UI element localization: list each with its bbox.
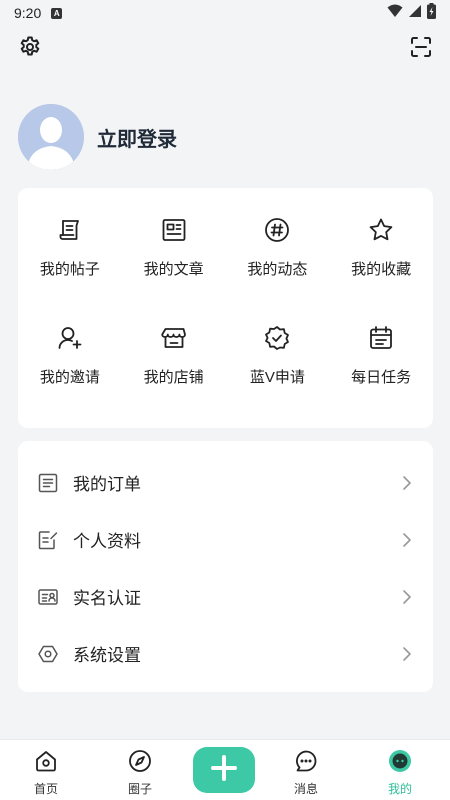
article-icon [160, 216, 188, 244]
grid-label: 我的帖子 [39, 261, 100, 278]
signal-icon [408, 4, 422, 23]
menu-label: 实名认证 [73, 589, 141, 608]
menu-item-verification[interactable]: 实名认证 [18, 568, 433, 625]
grid-label: 我的文章 [143, 261, 204, 278]
star-icon [367, 216, 395, 244]
nav-label: 我的 [387, 782, 412, 796]
battery-icon [427, 2, 436, 24]
grid-label: 我的店铺 [143, 369, 204, 386]
menu-label: 个人资料 [73, 532, 141, 551]
store-icon [160, 324, 188, 352]
menu-item-settings[interactable]: 系统设置 [18, 625, 433, 682]
plus-icon [210, 754, 238, 787]
avatar[interactable] [18, 104, 84, 170]
nav-label: 圈子 [127, 782, 152, 796]
gear-icon [18, 35, 42, 64]
grid-item-moments[interactable]: 我的动态 [226, 216, 330, 324]
grid-item-daily-tasks[interactable]: 每日任务 [329, 324, 433, 432]
order-list-icon [38, 473, 58, 493]
message-icon [293, 748, 319, 774]
menu-item-orders[interactable]: 我的订单 [18, 454, 433, 511]
scan-button[interactable] [408, 36, 434, 62]
hashtag-icon [263, 216, 291, 244]
nav-label: 消息 [293, 782, 318, 796]
add-post-button[interactable] [193, 747, 255, 793]
login-link[interactable]: 立即登录 [97, 123, 177, 152]
grid-label: 我的收藏 [351, 261, 412, 278]
post-icon [56, 216, 84, 244]
status-time: 9:20 [14, 5, 42, 21]
menu-item-profile[interactable]: 个人资料 [18, 511, 433, 568]
status-bar: 9:20 A [0, 0, 450, 26]
grid-item-blue-v[interactable]: 蓝V申请 [226, 324, 330, 432]
grid-item-articles[interactable]: 我的文章 [122, 216, 226, 324]
home-icon [33, 748, 59, 774]
nav-messages[interactable]: 消息 [276, 748, 336, 797]
menu-label: 我的订单 [73, 475, 141, 494]
chevron-right-icon [401, 646, 413, 662]
nav-label: 首页 [33, 782, 58, 796]
grid-item-posts[interactable]: 我的帖子 [18, 216, 122, 324]
mine-icon [387, 748, 413, 774]
chevron-right-icon [401, 589, 413, 605]
grid-item-invites[interactable]: 我的邀请 [18, 324, 122, 432]
grid-label: 我的动态 [247, 261, 308, 278]
grid-label: 每日任务 [351, 369, 412, 386]
settings-button[interactable] [17, 36, 43, 62]
sim-badge: A [51, 7, 63, 19]
grid-item-store[interactable]: 我的店铺 [122, 324, 226, 432]
id-card-icon [38, 587, 58, 607]
hexagon-settings-icon [38, 644, 58, 664]
chevron-right-icon [401, 475, 413, 491]
grid-label: 蓝V申请 [249, 369, 305, 386]
profile-header[interactable]: 立即登录 [18, 104, 177, 170]
calendar-task-icon [367, 324, 395, 352]
invite-user-icon [56, 324, 84, 352]
chevron-right-icon [401, 532, 413, 548]
menu-card: 我的订单 个人资料 实名认证 系统设置 [18, 441, 433, 692]
nav-mine[interactable]: 我的 [370, 748, 430, 797]
grid-label: 我的邀请 [39, 369, 100, 386]
nav-home[interactable]: 首页 [16, 748, 76, 797]
wifi-icon [387, 4, 403, 23]
scan-icon [410, 36, 432, 63]
compass-icon [127, 748, 153, 774]
edit-profile-icon [38, 530, 58, 550]
grid-item-favorites[interactable]: 我的收藏 [329, 216, 433, 324]
verified-badge-icon [263, 324, 291, 352]
nav-circles[interactable]: 圈子 [110, 748, 170, 797]
quick-actions-card: 我的帖子 我的文章 我的动态 我的收藏 我的邀请 我的店铺 蓝V申请 每日任务 [18, 188, 433, 428]
menu-label: 系统设置 [73, 646, 141, 665]
top-bar [0, 32, 450, 66]
